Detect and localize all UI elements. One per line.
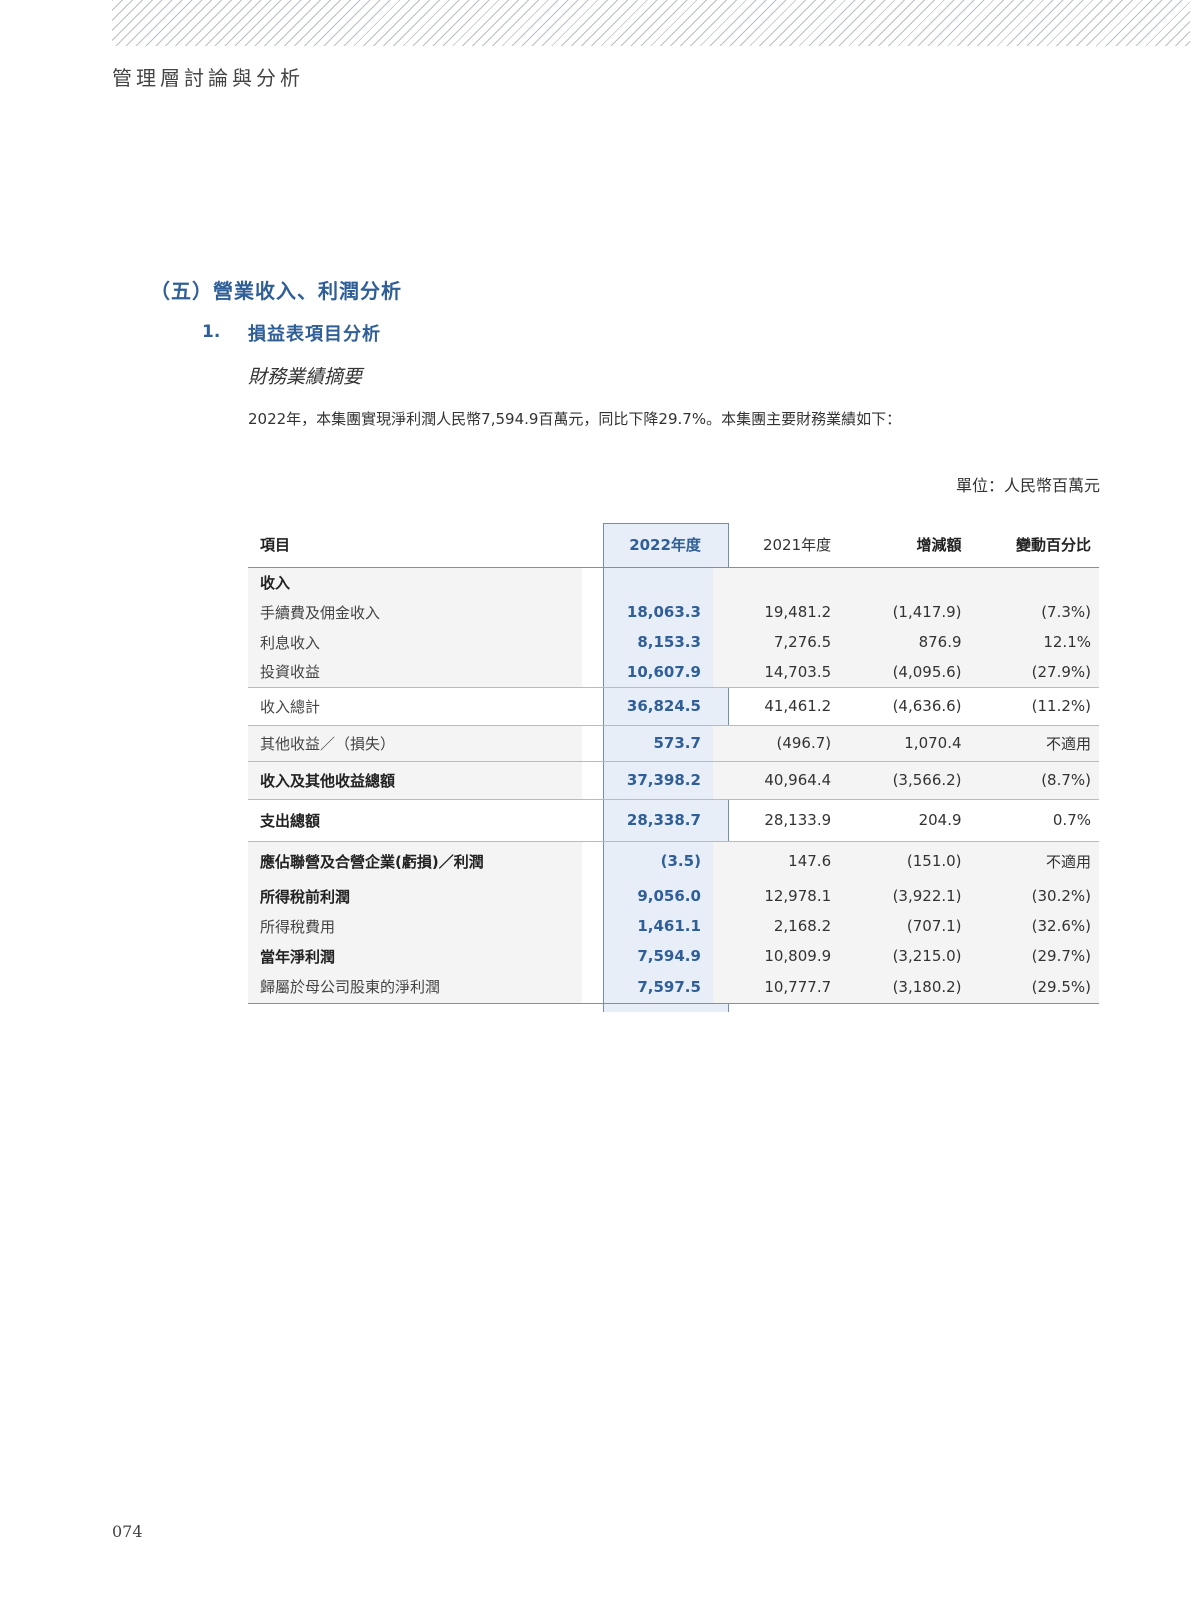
row-2021: 12,978.1 (712, 881, 844, 911)
table-row: 手續費及佣金收入 18,063.3 19,481.2 (1,417.9) (7.… (248, 597, 1099, 627)
row-change: 876.9 (843, 627, 974, 657)
row-2021 (712, 567, 844, 597)
header-pct: 變動百分比 (973, 523, 1099, 568)
row-pct: (30.2%) (973, 881, 1099, 911)
row-2022: 18,063.3 (626, 603, 701, 621)
row-label: 當年淨利潤 (248, 941, 583, 971)
row-2022: 9,056.0 (637, 887, 701, 905)
table-row: 應佔聯營及合營企業(虧損)／利潤 (3.5) 147.6 (151.0) 不適用 (248, 840, 1099, 881)
table-row: 收入及其他收益總額 37,398.2 40,964.4 (3,566.2) (8… (248, 760, 1099, 799)
row-label: 收入及其他收益總額 (248, 760, 583, 799)
table-row: 支出總額 28,338.7 28,133.9 204.9 0.7% (248, 798, 1099, 841)
row-label: 所得稅前利潤 (248, 881, 583, 911)
row-2021: 10,809.9 (712, 941, 844, 971)
row-change: 1,070.4 (843, 724, 974, 761)
row-change: (4,095.6) (843, 657, 974, 687)
table-row: 收入 (248, 567, 1099, 597)
summary-heading: 財務業績摘要 (248, 366, 363, 388)
table-row: 所得稅費用 1,461.1 2,168.2 (707.1) (32.6%) (248, 911, 1099, 941)
table-row: 投資收益 10,607.9 14,703.5 (4,095.6) (27.9%) (248, 657, 1099, 687)
table-row: 利息收入 8,153.3 7,276.5 876.9 12.1% (248, 627, 1099, 657)
table-row: 收入總計 36,824.5 41,461.2 (4,636.6) (11.2%) (248, 686, 1099, 725)
table-row: 所得稅前利潤 9,056.0 12,978.1 (3,922.1) (30.2%… (248, 881, 1099, 911)
row-change: 204.9 (843, 798, 974, 841)
row-change: (3,215.0) (843, 941, 974, 971)
table-row: 歸屬於母公司股東的淨利潤 7,597.5 10,777.7 (3,180.2) … (248, 971, 1099, 1004)
header-2021: 2021年度 (712, 523, 844, 568)
row-pct: (32.6%) (973, 911, 1099, 941)
row-2021: 28,133.9 (712, 798, 844, 841)
row-2021: (496.7) (712, 724, 844, 761)
row-change: (3,180.2) (843, 971, 974, 1004)
header-2022: 2022年度 (582, 523, 713, 568)
row-label: 其他收益／（損失） (248, 724, 583, 761)
financial-summary-table: 項目 2022年度 2021年度 增減額 變動百分比 收入 手續費及佣金收入 1… (248, 523, 1099, 1004)
unit-label: 單位：人民幣百萬元 (955, 476, 1100, 495)
row-2022: (3.5) (582, 840, 713, 881)
row-2021: 19,481.2 (712, 597, 844, 627)
summary-paragraph: 2022年，本集團實現淨利潤人民幣7,594.9百萬元，同比下降29.7%。本集… (248, 410, 902, 428)
row-2022: 7,594.9 (637, 947, 701, 965)
row-2022: 37,398.2 (582, 760, 713, 799)
row-pct: 不適用 (973, 724, 1099, 761)
row-change: (151.0) (843, 840, 974, 881)
row-2021: 14,703.5 (712, 657, 844, 687)
header-change: 增減額 (843, 523, 974, 568)
row-2021: 41,461.2 (712, 686, 844, 725)
row-2022 (582, 567, 713, 597)
row-change: (707.1) (843, 911, 974, 941)
table-row: 其他收益／（損失） 573.7 (496.7) 1,070.4 不適用 (248, 724, 1099, 761)
table-row: 當年淨利潤 7,594.9 10,809.9 (3,215.0) (29.7%) (248, 941, 1099, 971)
row-change (843, 567, 974, 597)
row-2021: 147.6 (712, 840, 844, 881)
row-2022: 8,153.3 (637, 633, 701, 651)
row-pct: (29.5%) (973, 971, 1099, 1004)
row-label: 應佔聯營及合營企業(虧損)／利潤 (248, 840, 583, 881)
row-label: 手續費及佣金收入 (248, 597, 583, 627)
row-pct: 0.7% (973, 798, 1099, 841)
header-item: 項目 (248, 523, 583, 568)
section-title: （五）營業收入、利潤分析 (150, 279, 402, 303)
page-number: 074 (112, 1522, 143, 1541)
row-2022: 10,607.9 (626, 662, 701, 681)
row-2021: 10,777.7 (712, 971, 844, 1004)
subsection-number: 1. (202, 322, 221, 342)
row-label: 歸屬於母公司股東的淨利潤 (248, 971, 583, 1004)
row-pct: 12.1% (973, 627, 1099, 657)
row-label: 支出總額 (248, 798, 583, 841)
row-2022: 36,824.5 (582, 686, 713, 725)
row-label: 所得稅費用 (248, 911, 583, 941)
row-pct (973, 567, 1099, 597)
row-change: (3,566.2) (843, 760, 974, 799)
page-header-title: 管理層討論與分析 (112, 66, 304, 90)
row-2021: 2,168.2 (712, 911, 844, 941)
row-label: 利息收入 (248, 627, 583, 657)
table-header-row: 項目 2022年度 2021年度 增減額 變動百分比 (248, 523, 1099, 568)
row-change: (3,922.1) (843, 881, 974, 911)
row-pct: (11.2%) (973, 686, 1099, 725)
row-pct: 不適用 (973, 840, 1099, 881)
row-2022: 573.7 (582, 724, 713, 761)
row-label: 投資收益 (248, 657, 583, 687)
row-change: (4,636.6) (843, 686, 974, 725)
row-pct: (7.3%) (973, 597, 1099, 627)
row-pct: (29.7%) (973, 941, 1099, 971)
row-2021: 7,276.5 (712, 627, 844, 657)
row-2022: 7,597.5 (582, 971, 713, 1004)
row-2021: 40,964.4 (712, 760, 844, 799)
row-pct: (27.9%) (973, 657, 1099, 687)
row-label: 收入總計 (248, 686, 583, 725)
row-2022: 28,338.7 (582, 798, 713, 841)
row-change: (1,417.9) (843, 597, 974, 627)
row-pct: (8.7%) (973, 760, 1099, 799)
subsection-title: 損益表項目分析 (248, 324, 381, 345)
header-hatch-band (112, 0, 1190, 46)
row-2022: 1,461.1 (637, 917, 701, 935)
row-label: 收入 (248, 567, 583, 597)
